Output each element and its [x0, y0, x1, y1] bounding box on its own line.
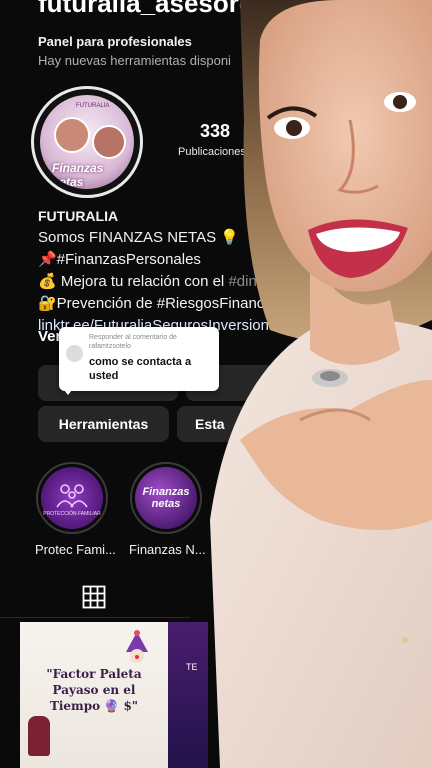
post-caption: "Factor Paleta Payaso en el Tiempo 🔮 $"	[46, 667, 142, 713]
comment-reply-sticker[interactable]: Responder al comentario de rafamtzsotelo…	[59, 327, 219, 391]
avatar-face-left	[54, 117, 90, 153]
avatar-image: FUTURALIA Finanzas netas	[40, 95, 134, 189]
grid-icon[interactable]	[82, 585, 106, 609]
sticker-tail	[60, 385, 76, 395]
family-icon	[56, 483, 88, 507]
highlight-label: Finanzas N...	[129, 542, 206, 557]
post-caption: TE	[186, 662, 198, 672]
sticker-message: como se contacta a usted	[89, 356, 192, 382]
screen: futuralia_asesores Panel para profesiona…	[0, 0, 432, 768]
presenter-video	[210, 0, 432, 768]
avatar-logo: FUTURALIA	[76, 103, 110, 109]
grid-tab-indicator	[0, 617, 190, 618]
highlight-cover: Finanzas netas	[135, 467, 197, 529]
commenter-avatar	[66, 345, 83, 362]
highlight-label: Protec Fami...	[35, 542, 116, 557]
avatar-face-right	[92, 125, 126, 159]
post-thumbnail[interactable]: "Factor Paleta Payaso en el Tiempo 🔮 $"	[20, 622, 168, 768]
tools-button[interactable]: Herramientas	[38, 406, 169, 442]
highlight-ring: Finanzas netas	[130, 462, 202, 534]
highlight-cover: PROTECCIÓN FAMILIAR	[41, 467, 103, 529]
highlight-cover-text: PROTECCIÓN FAMILIAR	[43, 510, 101, 517]
highlight-finanzas-netas[interactable]: Finanzas netas Finanzas N...	[129, 462, 206, 557]
highlight-ring: PROTECCIÓN FAMILIAR	[36, 462, 108, 534]
sticker-header: Responder al comentario de rafamtzsotelo	[89, 334, 177, 350]
see-more-link[interactable]: Ver	[38, 328, 61, 345]
clown-hat-icon	[126, 630, 148, 663]
highlight-cover-text: Finanzas netas	[142, 486, 190, 510]
avatar-text: Finanzas netas	[52, 161, 104, 189]
highlight-protec-familiar[interactable]: PROTECCIÓN FAMILIAR Protec Fami...	[35, 462, 116, 557]
profile-avatar[interactable]: FUTURALIA Finanzas netas	[31, 86, 143, 198]
popsicle-icon	[28, 716, 50, 756]
